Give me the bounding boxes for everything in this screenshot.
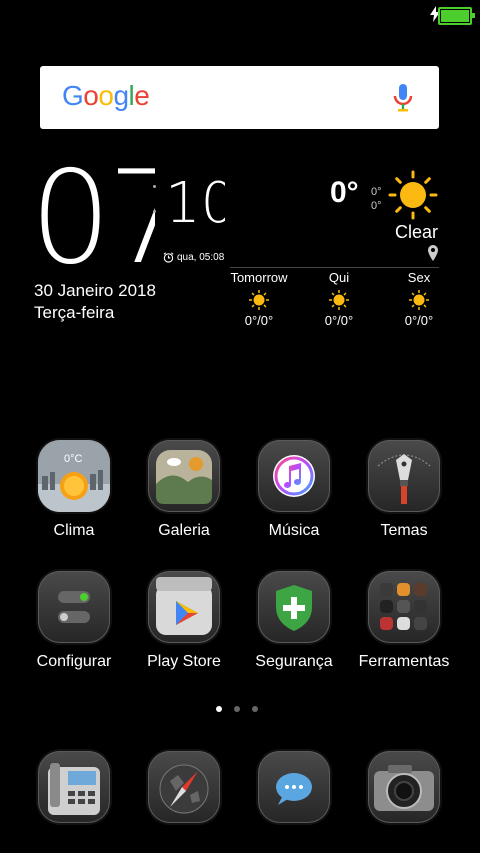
tools-folder-icon: [368, 571, 440, 643]
clock-hours[interactable]: 07: [30, 144, 189, 293]
app-configurar[interactable]: Configurar: [19, 571, 129, 671]
browser-compass-icon: [148, 751, 220, 823]
max-temp: 0°: [371, 186, 382, 198]
weather-divider: [230, 267, 439, 268]
forecast-day[interactable]: Tomorrow 0°/0°: [219, 270, 299, 328]
app-ferramentas[interactable]: Ferramentas: [349, 571, 459, 671]
app-label: Play Store: [147, 653, 221, 670]
sun-icon: [409, 290, 429, 310]
settings-toggle-icon: [38, 571, 110, 643]
dock-camera[interactable]: [349, 751, 459, 823]
security-shield-icon: [258, 571, 330, 643]
page-indicator[interactable]: [216, 706, 258, 712]
google-logo: Google: [62, 80, 150, 111]
battery-icon: [438, 7, 475, 25]
forecast-label: Sex: [407, 270, 431, 285]
gallery-icon: [148, 440, 220, 512]
weekday-text: Terça-feira: [34, 303, 115, 322]
forecast-temps: 0°/0°: [404, 313, 434, 328]
app-temas[interactable]: Temas: [349, 440, 459, 540]
alarm-text: qua, 05:08: [177, 252, 225, 263]
clock-hours-text: 07: [30, 160, 155, 270]
min-temp: 0°: [371, 200, 382, 212]
app-label: Segurança: [255, 653, 333, 670]
weather-condition: Clear: [394, 222, 438, 242]
app-label: Ferramentas: [358, 653, 450, 670]
app-seguranca[interactable]: Segurança: [239, 571, 349, 671]
app-label: Música: [268, 522, 320, 539]
themes-pen-icon: [368, 440, 440, 512]
app-label: Galeria: [158, 522, 210, 539]
app-musica[interactable]: Música: [239, 440, 349, 540]
camera-icon: [368, 751, 440, 823]
next-alarm[interactable]: qua, 05:08: [163, 252, 224, 263]
page-dot[interactable]: [216, 706, 222, 712]
sun-icon: [329, 290, 349, 310]
forecast-label: Qui: [328, 270, 350, 285]
min-max-temperature: 0° 0°: [371, 185, 382, 213]
status-bar: [0, 0, 480, 26]
app-label: Clima: [53, 522, 95, 539]
app-label: Configurar: [36, 653, 112, 670]
app-galeria[interactable]: Galeria: [129, 440, 239, 540]
page-dot[interactable]: [252, 706, 258, 712]
forecast-day[interactable]: Qui 0°/0°: [299, 270, 379, 328]
dock-messages[interactable]: [239, 751, 349, 823]
clock-separator: [153, 185, 157, 235]
page-dot[interactable]: [234, 706, 240, 712]
app-label: Temas: [380, 522, 428, 539]
forecast-day[interactable]: Sex 0°/0°: [379, 270, 459, 328]
dock-phone[interactable]: [19, 751, 129, 823]
app-play-store[interactable]: Play Store: [129, 571, 239, 671]
forecast-label: Tomorrow: [230, 270, 288, 285]
google-search-bar[interactable]: Google: [40, 66, 439, 129]
sun-icon: [249, 290, 269, 310]
play-store-icon: [148, 571, 220, 643]
microphone-icon[interactable]: [393, 83, 413, 113]
weather-icon-temp: 0°C: [64, 453, 83, 465]
forecast-temps: 0°/0°: [324, 313, 354, 328]
clock-minutes-text: 10: [165, 172, 225, 230]
music-icon: [258, 440, 330, 512]
date-text: 30 Janeiro 2018: [34, 281, 156, 300]
weather-icon: 0°C: [38, 440, 110, 512]
location-pin-icon[interactable]: [427, 245, 439, 261]
messages-icon: [258, 751, 330, 823]
app-clima[interactable]: 0°C Clima: [19, 440, 129, 540]
sun-icon[interactable]: [388, 170, 438, 220]
alarm-clock-icon: [163, 252, 174, 263]
forecast-temps: 0°/0°: [244, 313, 274, 328]
clock-minutes[interactable]: 10: [165, 171, 236, 236]
dock-browser[interactable]: [129, 751, 239, 823]
current-temperature[interactable]: 0°: [330, 176, 359, 210]
phone-icon: [38, 751, 110, 823]
